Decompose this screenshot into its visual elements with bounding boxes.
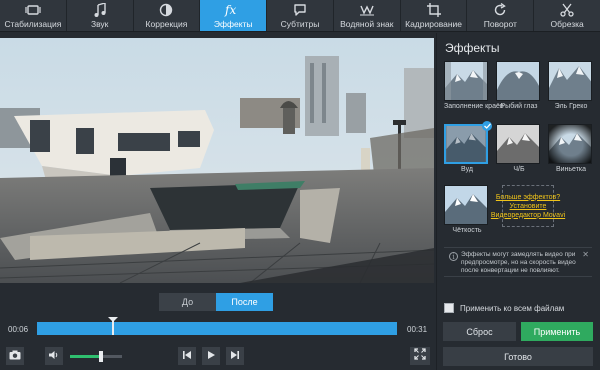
before-after-toggle: До После [159,293,273,311]
timeline-playhead[interactable] [107,317,118,335]
effect-label: Заполнение краёв [444,103,504,110]
apply-to-all-checkbox[interactable]: Применить ко всем файлам [444,303,564,313]
stabilization-icon [25,3,41,18]
rotate-icon [493,3,507,18]
info-text: Эффекты могут замедлять видео при предпр… [461,251,576,274]
effect-fill-edges[interactable]: Заполнение краёв [444,61,504,111]
effect-thumbnail [444,124,488,164]
playhead-line [111,321,114,335]
effects-panel-title: Эффекты [445,41,500,55]
scissors-icon [560,3,574,18]
tab-label: Кадрирование [405,18,463,29]
volume-slider[interactable] [70,351,122,362]
effect-thumbnail [548,61,592,101]
effect-label: Виньетка [555,166,587,173]
watermark-icon [359,3,375,18]
tab-subtitles[interactable]: Субтитры [267,0,334,31]
contrast-icon [159,3,173,18]
done-button[interactable]: Готово [443,347,593,366]
tab-label: Эффекты [213,18,253,29]
tab-label: Коррекция [145,18,188,29]
tab-label: Звук [90,18,109,29]
timeline-bar[interactable] [37,322,397,335]
fullscreen-button[interactable] [410,347,430,365]
tab-stabilization[interactable]: Стабилизация [0,0,67,31]
effect-thumbnail [444,185,488,225]
effect-thumbnail [496,61,540,101]
skip-back-icon [182,347,192,365]
tab-crop[interactable]: Кадрирование [401,0,468,31]
top-toolbar: Стабилизация Звук Коррекция fx Эффекты С… [0,0,600,32]
effect-label: Ч/Б [513,166,525,173]
camera-icon [9,347,21,365]
tab-label: Водяной знак [340,18,394,29]
play-icon [206,347,216,365]
after-button[interactable]: После [216,293,273,311]
close-icon[interactable]: ✕ [582,250,589,259]
effect-thumbnail [444,61,488,101]
info-icon: i [449,252,458,261]
speaker-icon [48,347,60,365]
tab-effects[interactable]: fx Эффекты [200,0,268,31]
next-frame-button[interactable] [226,347,244,365]
tab-correction[interactable]: Коррекция [134,0,201,31]
video-preview[interactable] [0,38,434,283]
tab-rotate[interactable]: Поворот [467,0,535,31]
effect-el-greco[interactable]: Эль Греко [548,61,594,111]
tab-sound[interactable]: Звук [67,0,134,31]
effect-label: Рыбий глаз [500,103,538,110]
play-button[interactable] [202,347,220,365]
info-notice: i Эффекты могут замедлять видео при пред… [444,247,592,277]
tab-label: Поворот [483,18,517,29]
snapshot-button[interactable] [6,347,24,365]
timeline-start-time: 00:06 [8,325,29,334]
tab-label: Субтитры [280,18,320,29]
effect-sharpness[interactable]: Чёткость [444,185,490,235]
fx-icon: fx [224,3,242,18]
reset-button[interactable]: Сброс [443,322,516,341]
effect-thumbnail [548,124,592,164]
timeline-end-time: 00:31 [407,325,428,334]
more-effects-link[interactable]: Больше эффектов? [496,193,560,202]
more-effects-box: Больше эффектов? Установите Видеоредакто… [491,185,565,227]
skip-forward-icon [230,347,240,365]
effects-window: Стабилизация Звук Коррекция fx Эффекты С… [0,0,600,370]
video-editor-link[interactable]: Видеоредактор Movavi [491,211,565,220]
tab-trim[interactable]: Обрезка [534,0,600,31]
effect-thumbnail [496,124,540,164]
volume-slider-fill [70,355,102,358]
effect-label: Вуд [461,166,473,173]
music-note-icon [94,3,106,18]
preview-frame-image [0,38,434,283]
effect-fisheye[interactable]: Рыбий глаз [496,61,542,111]
apply-to-all-label: Применить ко всем файлам [460,303,565,313]
fullscreen-icon [414,347,426,365]
crop-icon [426,3,441,18]
apply-button[interactable]: Применить [521,322,593,341]
volume-slider-knob[interactable] [99,351,104,362]
effect-label: Эль Греко [554,103,588,110]
install-link[interactable]: Установите [510,202,547,211]
before-button[interactable]: До [159,293,216,311]
tab-label: Обрезка [550,18,584,29]
checkbox-box[interactable] [444,303,454,313]
effect-label: Чёткость [452,227,482,234]
volume-button[interactable] [45,347,63,365]
effect-black-white[interactable]: Ч/Б [496,124,542,174]
speech-bubble-icon [293,3,307,18]
effect-wood[interactable]: Вуд [444,121,492,174]
effect-vignette[interactable]: Виньетка [548,124,594,174]
tab-label: Стабилизация [4,18,62,29]
svg-text:fx: fx [224,3,236,17]
previous-frame-button[interactable] [178,347,196,365]
tab-watermark[interactable]: Водяной знак [334,0,401,31]
selected-check-icon [482,121,492,131]
